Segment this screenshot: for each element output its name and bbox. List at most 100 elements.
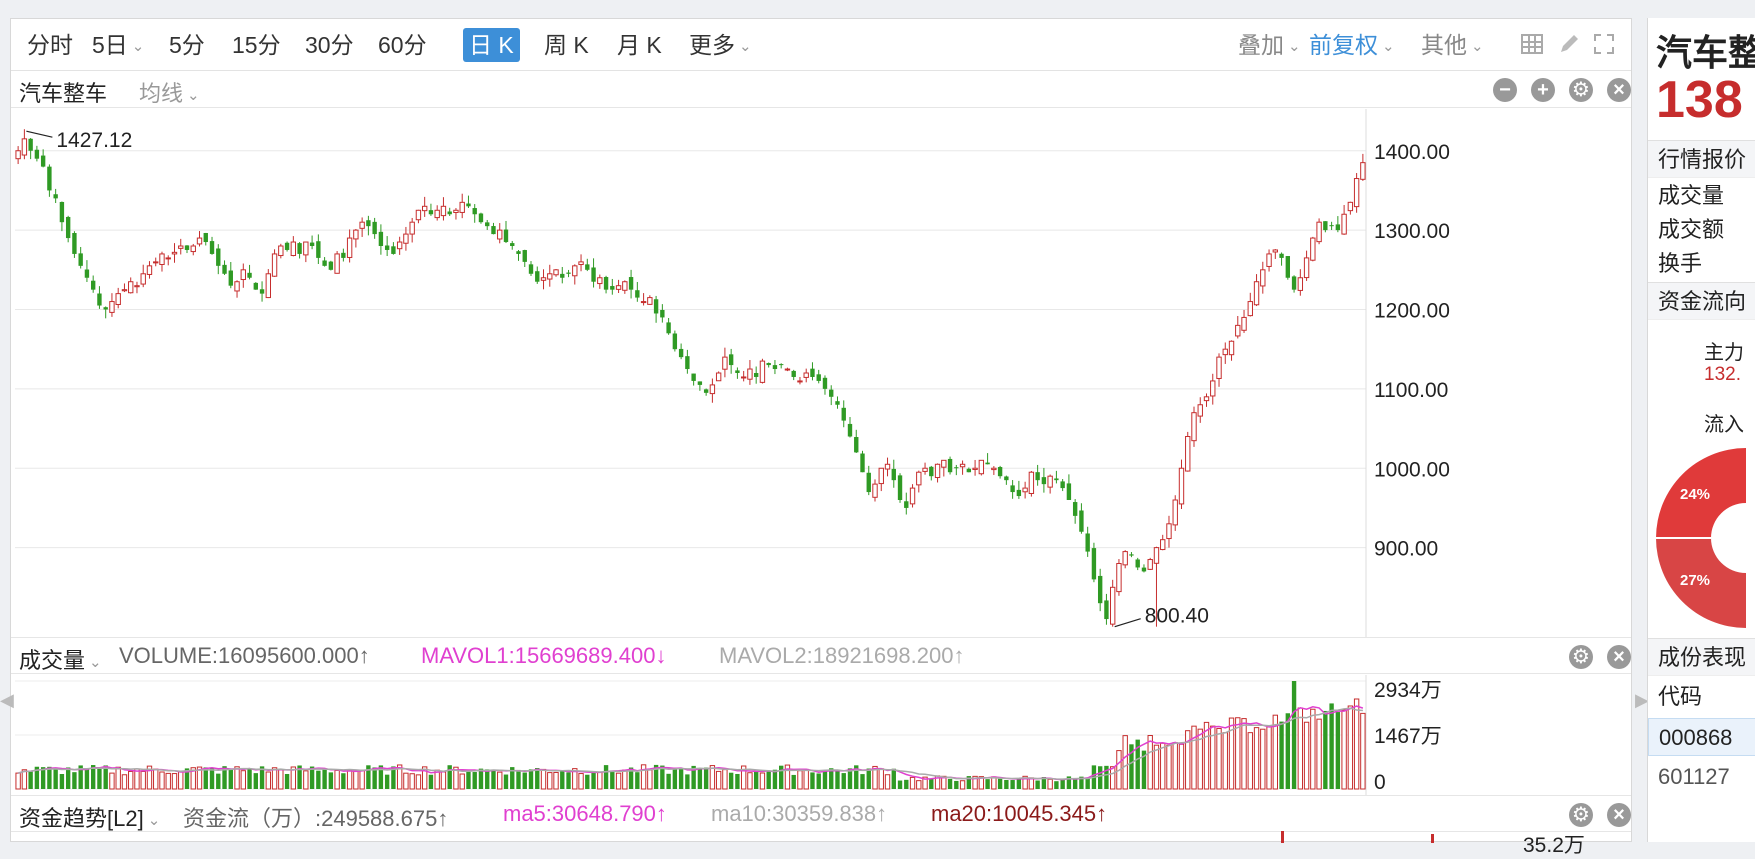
candle-body xyxy=(378,231,384,246)
overlay-dropdown[interactable]: 叠加 ⌄ xyxy=(1238,28,1301,62)
candlestick-chart[interactable]: 1400.00 1300.00 1200.00 1100.00 1000.00 900.0… xyxy=(11,109,1631,637)
candle-body xyxy=(15,150,21,160)
chevron-down-icon: ⌄ xyxy=(739,37,752,55)
candle-body xyxy=(421,205,428,212)
candle-body xyxy=(691,373,696,381)
fullscreen-icon[interactable] xyxy=(1591,32,1617,58)
volume-bar xyxy=(954,780,959,789)
volume-bar xyxy=(1266,726,1272,790)
volume-bar xyxy=(997,778,1003,789)
adjust-dropdown[interactable]: 前复权 ⌄ xyxy=(1309,28,1395,62)
other-dropdown[interactable]: 其他 ⌄ xyxy=(1421,28,1484,62)
candle-body xyxy=(904,501,909,508)
volume-bar xyxy=(835,769,840,789)
volume-label: 成交量 xyxy=(1658,183,1725,208)
volume-bar xyxy=(40,767,46,789)
add-icon[interactable]: + xyxy=(1531,78,1555,102)
candle-body xyxy=(1147,559,1153,570)
candle-body xyxy=(759,360,766,383)
candle-body xyxy=(190,245,196,253)
close-icon[interactable]: × xyxy=(1607,78,1631,102)
volume-bar xyxy=(503,774,509,789)
volume-bar xyxy=(547,772,553,790)
candle-body xyxy=(297,243,302,254)
volume-bar xyxy=(171,773,178,790)
volume-bar xyxy=(15,772,21,790)
candle-body xyxy=(810,368,815,377)
main-force-label: 主力 xyxy=(1704,342,1744,364)
volume-bar xyxy=(1109,766,1116,790)
volume-bar xyxy=(303,770,309,790)
volume-bar xyxy=(1291,681,1297,789)
components-tab[interactable]: 成份表现 xyxy=(1648,638,1755,676)
candle-body xyxy=(1353,178,1360,208)
volume-bar xyxy=(803,768,809,790)
y-tick-label: 1100.00 xyxy=(1374,379,1448,402)
candle-body xyxy=(341,252,346,258)
candle-body xyxy=(522,250,527,262)
candle-body xyxy=(585,264,590,270)
tab-monthly-k[interactable]: 月 K xyxy=(611,28,668,62)
candle-body xyxy=(822,377,828,389)
volume-bar xyxy=(359,769,365,790)
volume-bar xyxy=(685,774,690,789)
candle-body xyxy=(1104,600,1109,620)
volume-bar xyxy=(878,768,884,790)
candle-body xyxy=(84,269,90,278)
tab-intraday[interactable]: 分时 xyxy=(21,28,79,62)
tab-30min[interactable]: 30分 xyxy=(299,28,360,62)
tab-more[interactable]: 更多 ⌄ xyxy=(683,28,758,62)
gear-icon[interactable]: ⚙ xyxy=(1569,803,1593,827)
gear-icon[interactable]: ⚙ xyxy=(1569,645,1593,669)
volume-bar xyxy=(384,774,390,789)
tab-15min[interactable]: 15分 xyxy=(226,28,287,62)
close-icon[interactable]: × xyxy=(1607,645,1631,669)
candle-body xyxy=(1109,586,1116,625)
candle-body xyxy=(478,213,484,223)
collapse-left-icon[interactable]: ◀ xyxy=(0,690,14,711)
tab-weekly-k[interactable]: 周 K xyxy=(538,28,595,62)
tab-daily-k[interactable]: 日 K xyxy=(463,28,520,62)
candle-body xyxy=(384,245,390,250)
gear-icon[interactable]: ⚙ xyxy=(1569,78,1593,102)
tab-5day[interactable]: 5日 ⌄ xyxy=(86,28,150,62)
amount-label: 成交额 xyxy=(1658,217,1725,242)
candle-body xyxy=(535,271,540,282)
component-row[interactable]: 000868 xyxy=(1648,718,1755,756)
candle-body xyxy=(72,232,77,254)
volume-title[interactable]: 成交量 ⌄ xyxy=(19,643,102,675)
low-marker-label: 800.40 xyxy=(1145,605,1209,628)
volume-bar xyxy=(447,765,452,789)
ma-dropdown[interactable]: 均线 ⌄ xyxy=(139,76,200,108)
grid-layout-icon[interactable] xyxy=(1519,32,1545,58)
minimize-icon[interactable]: − xyxy=(1493,78,1517,102)
pencil-icon[interactable] xyxy=(1556,32,1582,58)
close-icon[interactable]: × xyxy=(1607,803,1631,827)
candle-body xyxy=(797,380,803,383)
candle-body xyxy=(153,261,159,264)
tab-60min[interactable]: 60分 xyxy=(372,28,433,62)
volume-bar xyxy=(459,773,465,790)
tab-5min[interactable]: 5分 xyxy=(163,28,211,62)
volume-bar xyxy=(1185,730,1191,790)
quote-tab[interactable]: 行情报价 xyxy=(1648,140,1755,178)
candle-body xyxy=(28,138,33,151)
candle-body xyxy=(459,201,465,213)
chart-window: 分时 5日 ⌄ 5分 15分 30分 60分 日 K 周 K 月 K 更多 ⌄ 叠加… xyxy=(10,18,1632,857)
component-row[interactable]: 601127 xyxy=(1648,758,1755,796)
candle-body xyxy=(959,463,966,468)
volume-bar xyxy=(328,772,334,789)
volume-bar xyxy=(647,769,653,790)
candle-body xyxy=(1228,340,1235,356)
volume-bar xyxy=(1353,698,1360,790)
fund-flow-tab[interactable]: 资金流向 xyxy=(1648,282,1755,320)
volume-chart[interactable]: 2934万 1467万 0 xyxy=(11,675,1631,795)
volume-bar xyxy=(610,770,615,789)
candle-body xyxy=(366,220,371,227)
candle-body xyxy=(428,210,434,215)
volume-bar xyxy=(884,774,891,790)
chevron-down-icon: ⌄ xyxy=(1288,37,1301,55)
volume-bar xyxy=(722,769,728,790)
candle-body xyxy=(985,462,990,465)
fund-title[interactable]: 资金趋势[L2] ⌄ xyxy=(19,801,160,833)
